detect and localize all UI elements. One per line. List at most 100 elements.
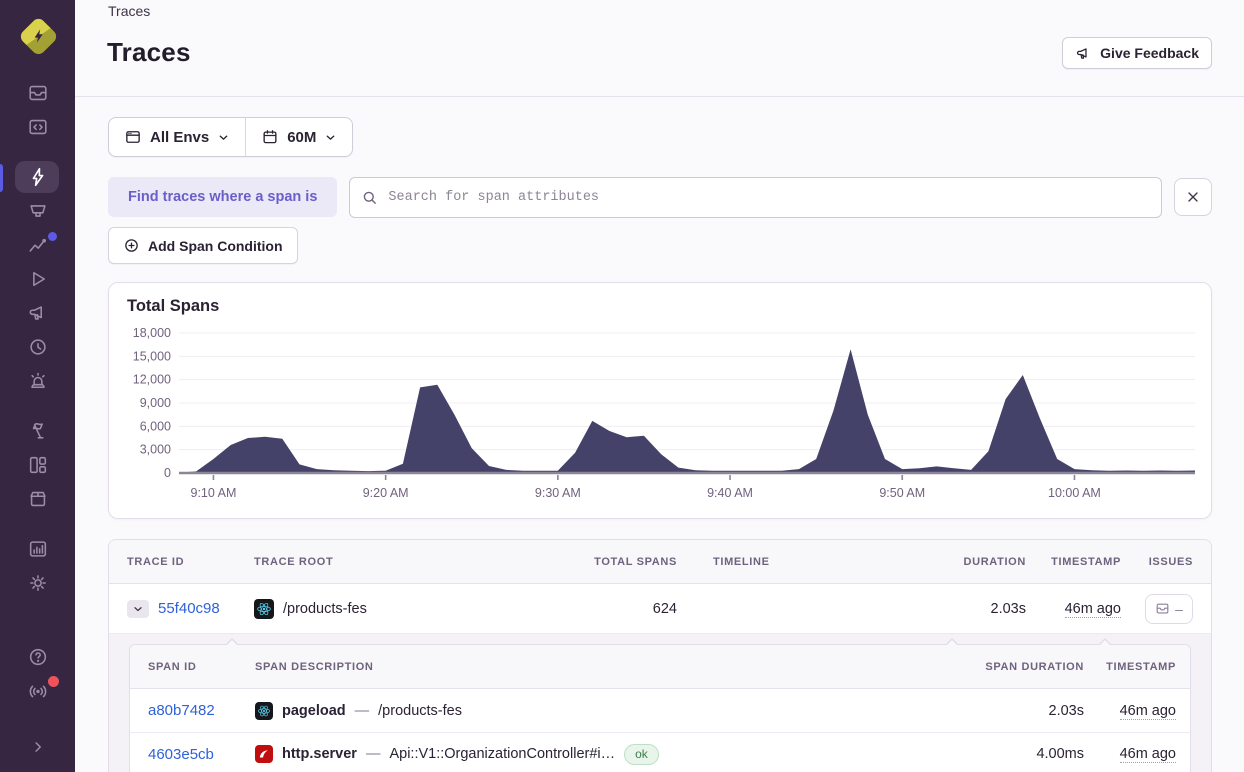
org-avatar[interactable]: [16, 14, 60, 58]
span-description: Api::V1::OrganizationController#i…: [389, 746, 616, 762]
col-trace-id: TRACE ID: [127, 555, 185, 568]
clear-search-button[interactable]: [1174, 178, 1212, 216]
sidebar-collapse-button[interactable]: [0, 730, 75, 764]
sidebar-item-explore[interactable]: [0, 110, 75, 144]
sidebar-item-alerts[interactable]: [0, 364, 75, 398]
projector-icon: [29, 205, 46, 217]
trace-expanded-area: SPAN ID SPAN DESCRIPTION SPAN DURATION T…: [109, 633, 1211, 772]
col-timestamp: TIMESTAMP: [1051, 555, 1121, 568]
give-feedback-button[interactable]: Give Feedback: [1062, 37, 1212, 69]
span-table-header: SPAN ID SPAN DESCRIPTION SPAN DURATION T…: [130, 645, 1190, 689]
sidebar-item-settings[interactable]: [0, 566, 75, 600]
trace-row: 55f40c98 /products-fes 624 2.03s 46m ago…: [109, 584, 1211, 633]
svg-text:9:10 AM: 9:10 AM: [191, 486, 237, 500]
span-id-link[interactable]: 4603e5cb: [148, 746, 255, 763]
chevron-right-icon: [34, 742, 41, 752]
span-timestamp[interactable]: 46m ago: [1119, 746, 1176, 763]
total-spans-area-chart[interactable]: 0 3,000 6,000 9,000 12,000 15,000 18,000 9:10 A…: [127, 321, 1195, 511]
sidebar: [0, 0, 75, 772]
close-icon: [1188, 192, 1198, 202]
pointer-notch: [1098, 638, 1112, 646]
col-span-id: SPAN ID: [148, 660, 197, 673]
page-title: Traces: [107, 37, 191, 67]
trace-timestamp[interactable]: 46m ago: [1064, 600, 1121, 618]
feedback-megaphone-icon: [1077, 47, 1087, 59]
ruby-platform-icon: [255, 745, 273, 763]
col-span-duration: SPAN DURATION: [985, 660, 1084, 673]
span-status-badge: ok: [624, 743, 659, 765]
environment-filter[interactable]: All Envs: [109, 118, 245, 156]
chevron-down-icon: [134, 606, 142, 611]
issues-icon: [28, 85, 47, 101]
separator-dash: —: [365, 746, 381, 762]
sidebar-item-issues[interactable]: [0, 76, 75, 110]
sidebar-item-releases[interactable]: [0, 482, 75, 516]
span-duration: 4.00ms: [1036, 746, 1084, 762]
sentry-bolt-icon: [34, 29, 43, 43]
breadcrumb[interactable]: Traces: [108, 3, 150, 19]
sidebar-item-traces[interactable]: [0, 160, 75, 194]
give-feedback-label: Give Feedback: [1100, 45, 1199, 61]
span-table: SPAN ID SPAN DESCRIPTION SPAN DURATION T…: [129, 638, 1191, 772]
svg-text:9:50 AM: 9:50 AM: [879, 486, 925, 500]
col-trace-root: TRACE ROOT: [254, 555, 334, 568]
help-icon: [29, 648, 46, 666]
span-id-link[interactable]: a80b7482: [148, 702, 255, 719]
flag-icon: [32, 422, 44, 439]
sidebar-item-feedback[interactable]: [0, 296, 75, 330]
svg-text:9:30 AM: 9:30 AM: [535, 486, 581, 500]
issues-count-dash: –: [1175, 600, 1183, 617]
col-duration: DURATION: [963, 555, 1026, 568]
page-header: Traces Traces Give Feedback: [75, 0, 1244, 97]
trace-issues-button[interactable]: –: [1145, 593, 1193, 624]
span-timestamp[interactable]: 46m ago: [1119, 702, 1176, 720]
find-traces-chip: Find traces where a span is: [108, 177, 338, 217]
svg-text:6,000: 6,000: [140, 419, 171, 433]
notification-dot-red: [48, 676, 59, 687]
chevron-down-icon: [326, 134, 335, 140]
sidebar-item-dashboards[interactable]: [0, 448, 75, 482]
siren-icon: [30, 372, 45, 389]
page-filter-bar: All Envs 60M: [108, 117, 354, 157]
time-range-filter-label: 60M: [287, 128, 317, 146]
archive-box-icon: [29, 491, 46, 507]
clock-icon: [29, 339, 46, 355]
span-duration: 2.03s: [1048, 702, 1084, 719]
gear-icon: [29, 575, 46, 591]
line-chart-icon: [28, 238, 46, 252]
dashboard-grid-icon: [29, 456, 46, 474]
span-attributes-search-input[interactable]: [349, 177, 1162, 218]
span-row: 4603e5cb http.server — Api::V1::Organiza…: [130, 732, 1190, 772]
sidebar-item-replays[interactable]: [0, 262, 75, 296]
sidebar-item-whats-new[interactable]: [0, 674, 75, 708]
lightning-icon: [32, 167, 43, 187]
time-range-filter[interactable]: 60M: [246, 118, 352, 156]
sidebar-item-feature-flags[interactable]: [0, 414, 75, 448]
add-span-condition-label: Add Span Condition: [148, 237, 283, 254]
bar-chart-icon: [29, 541, 46, 557]
span-op: pageload: [282, 702, 346, 719]
svg-text:10:00 AM: 10:00 AM: [1048, 486, 1101, 500]
svg-text:9:20 AM: 9:20 AM: [363, 486, 409, 500]
trace-id-link[interactable]: 55f40c98: [158, 600, 220, 617]
plus-circle-icon: [125, 239, 138, 252]
chart-title: Total Spans: [127, 297, 220, 315]
trace-duration: 2.03s: [990, 600, 1026, 617]
col-timeline: TIMELINE: [713, 555, 770, 568]
span-description: /products-fes: [378, 702, 462, 719]
span-row: a80b7482 pageload — /products-fes 2.03s …: [130, 689, 1190, 732]
col-span-timestamp: TIMESTAMP: [1106, 660, 1176, 673]
sidebar-item-insights[interactable]: [0, 194, 75, 228]
col-span-description: SPAN DESCRIPTION: [255, 660, 374, 673]
sidebar-item-stats[interactable]: [0, 532, 75, 566]
svg-text:0: 0: [164, 466, 171, 480]
notification-dot-blue: [48, 232, 57, 241]
sidebar-item-crons[interactable]: [0, 330, 75, 364]
sidebar-item-performance[interactable]: [0, 228, 75, 262]
add-span-condition-button[interactable]: Add Span Condition: [108, 227, 298, 264]
span-op: http.server: [282, 746, 357, 762]
collapse-trace-button[interactable]: [127, 599, 149, 618]
total-spans-value: 624: [652, 600, 677, 617]
broadcast-icon: [29, 685, 46, 698]
sidebar-item-help[interactable]: [0, 640, 75, 674]
